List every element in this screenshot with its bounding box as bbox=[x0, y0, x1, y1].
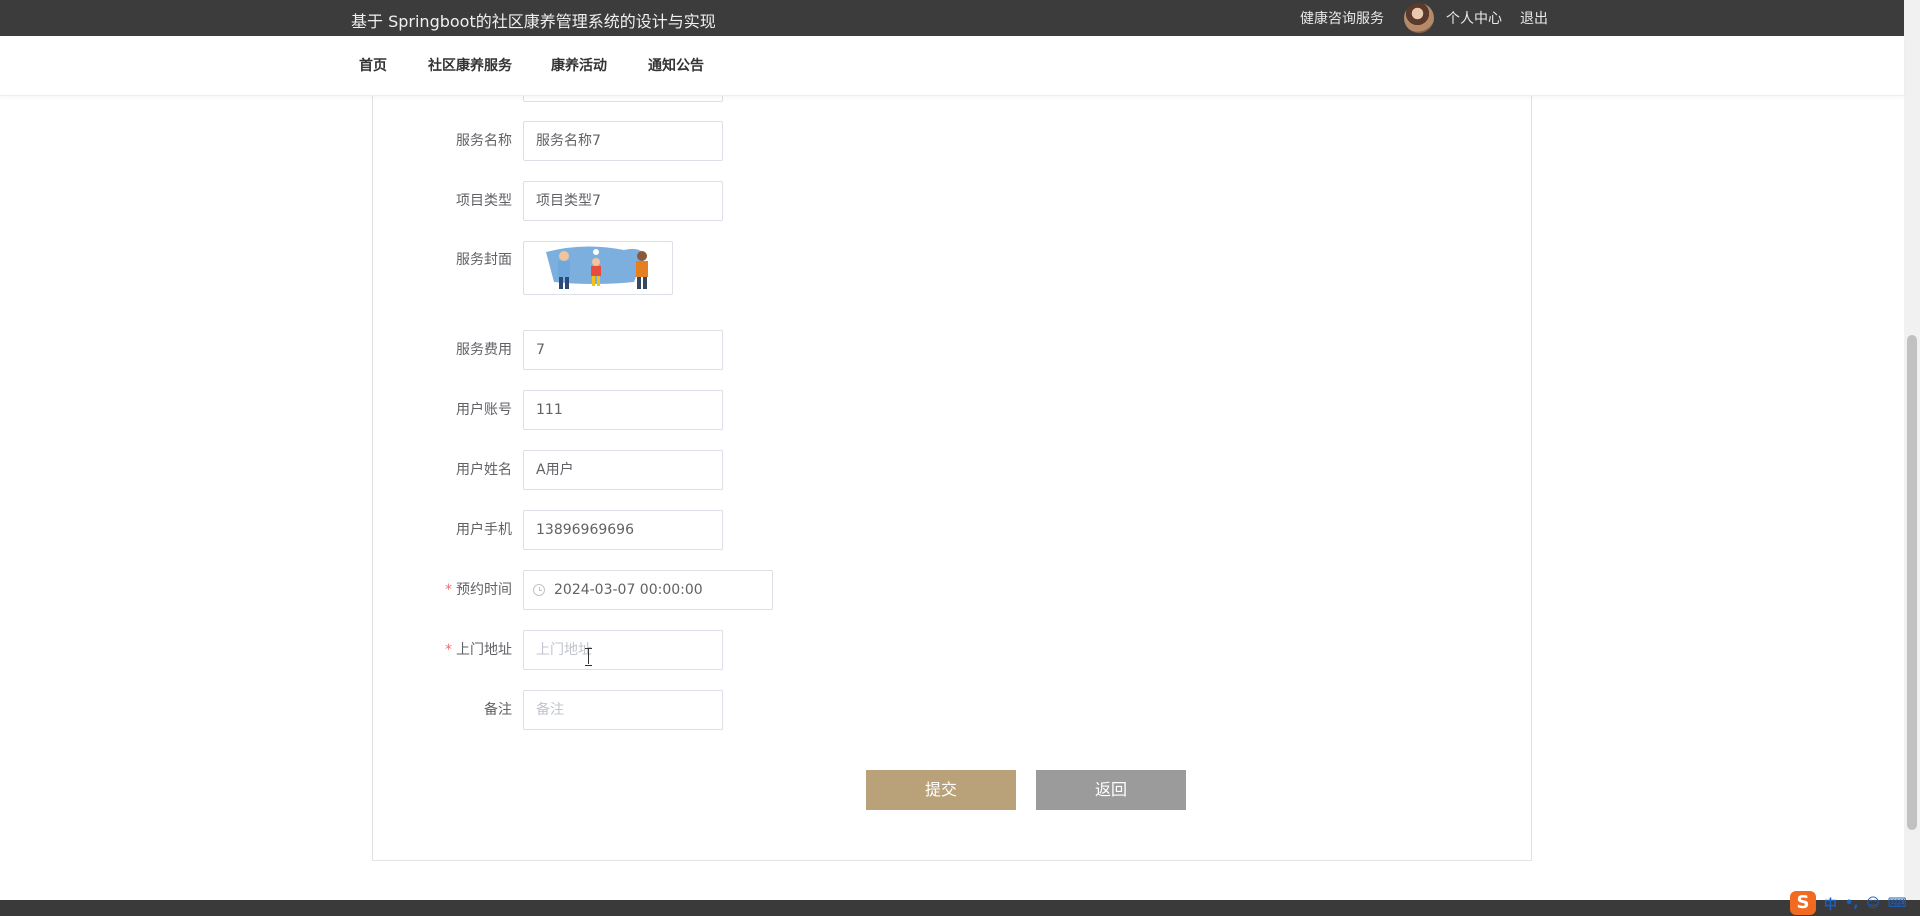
label-address: * 上门地址 bbox=[372, 630, 512, 670]
cover-illustration bbox=[546, 246, 648, 289]
ime-keyboard-icon[interactable]: ⌨ bbox=[1888, 896, 1907, 911]
label-remark: 备注 bbox=[484, 702, 512, 718]
clock-icon bbox=[533, 584, 545, 596]
row-remark: 备注 备注 bbox=[0, 690, 1904, 730]
label-service-name: 服务名称 bbox=[456, 133, 512, 149]
label-fee: 服务费用 bbox=[456, 342, 512, 358]
scrollbar-thumb[interactable] bbox=[1907, 335, 1917, 830]
row-user-account: 用户账号 111 bbox=[0, 390, 1904, 430]
user-name-input[interactable]: A用户 bbox=[523, 450, 723, 490]
row-user-phone: 用户手机 13896969696 bbox=[0, 510, 1904, 550]
text-cursor bbox=[585, 648, 593, 666]
service-name-input[interactable]: 服务名称7 bbox=[523, 121, 723, 161]
nav-item-notices[interactable]: 通知公告 bbox=[648, 55, 704, 75]
label-user-account: 用户账号 bbox=[456, 402, 512, 418]
footer bbox=[0, 900, 1920, 916]
page-scrollbar[interactable] bbox=[1904, 0, 1920, 900]
cover-image[interactable] bbox=[523, 241, 673, 295]
row-user-name: 用户姓名 A用户 bbox=[0, 450, 1904, 490]
project-type-input[interactable]: 项目类型7 bbox=[523, 181, 723, 221]
nav-item-activities[interactable]: 康养活动 bbox=[551, 55, 607, 75]
ime-logo-icon[interactable]: S bbox=[1790, 891, 1816, 915]
label-appointment-time: * 预约时间 bbox=[372, 570, 512, 610]
label-user-name: 用户姓名 bbox=[456, 462, 512, 478]
label-cover: 服务封面 bbox=[456, 252, 512, 268]
row-address: * 上门地址 上门地址 bbox=[0, 630, 1904, 670]
back-button[interactable]: 返回 bbox=[1036, 770, 1186, 810]
user-phone-input[interactable]: 13896969696 bbox=[523, 510, 723, 550]
main-nav: 首页 社区康养服务 康养活动 通知公告 bbox=[0, 36, 1904, 96]
ime-punct-icon[interactable]: •, bbox=[1845, 896, 1858, 911]
ime-emoji-icon[interactable]: ☺ bbox=[1866, 896, 1880, 911]
remark-input[interactable]: 备注 bbox=[523, 690, 723, 730]
user-account-input[interactable]: 111 bbox=[523, 390, 723, 430]
row-service-name: 服务名称 服务名称7 bbox=[0, 121, 1904, 161]
row-project-type: 项目类型 项目类型7 bbox=[0, 181, 1904, 221]
row-cover: 服务封面 bbox=[0, 241, 1904, 295]
label-project-type: 项目类型 bbox=[456, 193, 512, 209]
nav-item-community-service[interactable]: 社区康养服务 bbox=[428, 55, 512, 75]
nav-item-home[interactable]: 首页 bbox=[359, 55, 387, 75]
required-mark: * bbox=[445, 642, 452, 658]
submit-button[interactable]: 提交 bbox=[866, 770, 1016, 810]
label-appointment-time-text: 预约时间 bbox=[456, 582, 512, 598]
required-mark: * bbox=[445, 582, 452, 598]
row-appointment-time: * 预约时间 2024-03-07 00:00:00 bbox=[0, 570, 1904, 610]
label-user-phone: 用户手机 bbox=[456, 522, 512, 538]
fee-input[interactable]: 7 bbox=[523, 330, 723, 370]
label-address-text: 上门地址 bbox=[456, 642, 512, 658]
appointment-time-picker[interactable]: 2024-03-07 00:00:00 bbox=[523, 570, 773, 610]
ime-mode-icon[interactable]: 中 bbox=[1824, 894, 1837, 913]
row-fee: 服务费用 7 bbox=[0, 330, 1904, 370]
ime-toolbar: S 中 •, ☺ ⌨ bbox=[1790, 890, 1920, 916]
address-input[interactable]: 上门地址 bbox=[523, 630, 723, 670]
form-container: 服务名称 服务名称7 项目类型 项目类型7 服务封面 服务费用 7 用户账号 1… bbox=[0, 0, 1904, 900]
